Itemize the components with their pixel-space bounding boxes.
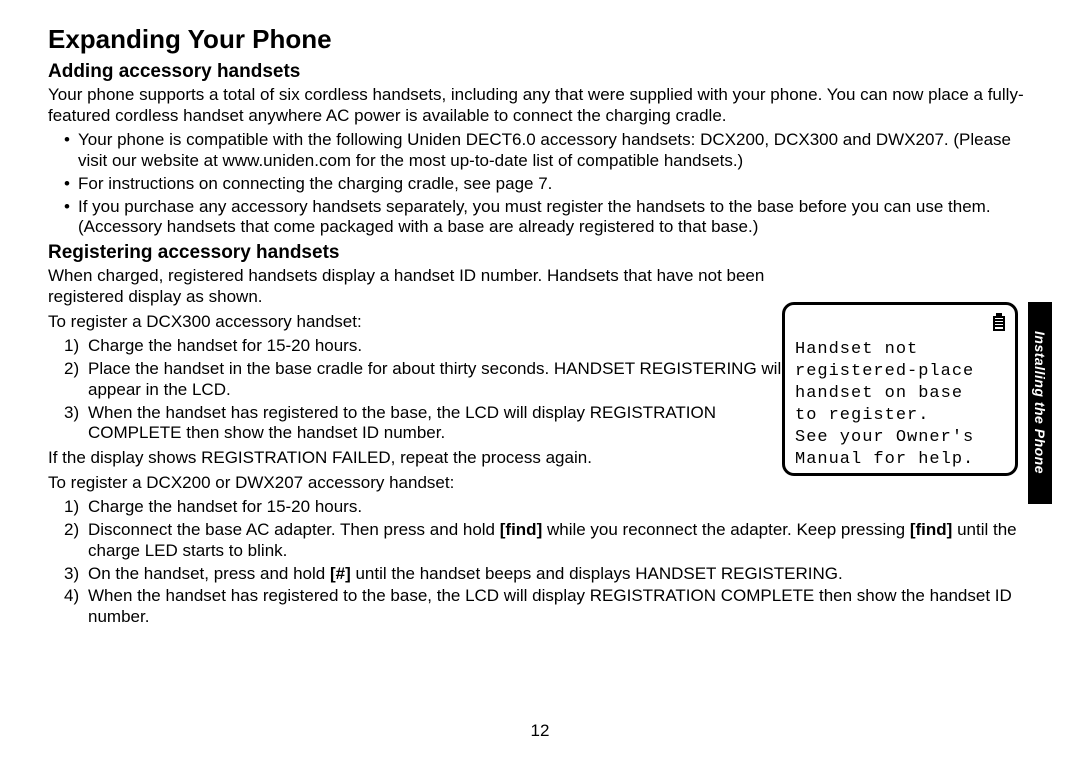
step-item: Disconnect the base AC adapter. Then pre… (88, 520, 1042, 561)
bullet-item: For instructions on connecting the charg… (78, 174, 1042, 195)
key-find: [find] (500, 520, 542, 539)
bullet-item: Your phone is compatible with the follow… (78, 130, 1042, 171)
text: until the handset beeps and displays HAN… (351, 564, 843, 583)
step-item: Charge the handset for 15-20 hours. (88, 336, 788, 357)
lcd-text: Handset not registered-place handset on … (795, 339, 1005, 472)
step-item: On the handset, press and hold [#] until… (88, 564, 1042, 585)
side-tab-label: Installing the Phone (1032, 331, 1048, 474)
bullet-item: If you purchase any accessory handsets s… (78, 197, 1042, 238)
paragraph: To register a DCX300 accessory handset: (48, 312, 768, 333)
text: while you reconnect the adapter. Keep pr… (542, 520, 910, 539)
text: On the handset, press and hold (88, 564, 330, 583)
steps-list-dcx200: Charge the handset for 15-20 hours. Disc… (48, 497, 1042, 627)
battery-icon (993, 313, 1005, 331)
step-item: Charge the handset for 15-20 hours. (88, 497, 1042, 518)
bullet-list: Your phone is compatible with the follow… (48, 130, 1042, 238)
manual-page: Expanding Your Phone Adding accessory ha… (0, 0, 1080, 759)
lcd-screen: Handset not registered-place handset on … (782, 302, 1018, 476)
page-title: Expanding Your Phone (48, 24, 1042, 55)
section-heading-registering: Registering accessory handsets (48, 242, 1042, 264)
intro-paragraph: Your phone supports a total of six cordl… (48, 85, 1042, 126)
step-item: When the handset has registered to the b… (88, 586, 1042, 627)
page-number: 12 (0, 721, 1080, 741)
steps-list-dcx300: Charge the handset for 15-20 hours. Plac… (48, 336, 788, 444)
section-heading-adding: Adding accessory handsets (48, 61, 1042, 83)
step-item: When the handset has registered to the b… (88, 403, 788, 444)
key-find: [find] (910, 520, 952, 539)
side-tab: Installing the Phone (1028, 302, 1052, 504)
key-hash: [#] (330, 564, 351, 583)
text: Disconnect the base AC adapter. Then pre… (88, 520, 500, 539)
paragraph: When charged, registered handsets displa… (48, 266, 768, 307)
step-item: Place the handset in the base cradle for… (88, 359, 788, 400)
